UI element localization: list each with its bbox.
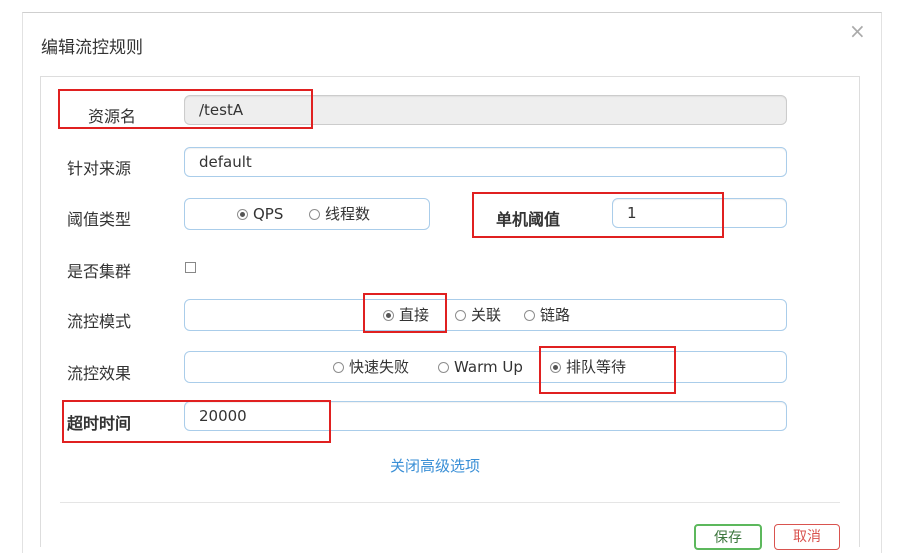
grade-option-thread[interactable]: 线程数: [309, 199, 370, 229]
limit-app-label: 针对来源: [67, 159, 132, 178]
annotation-box-resource-name: [58, 89, 313, 129]
radio-unselected-icon: [309, 208, 320, 220]
control-behavior-label: 流控效果: [67, 364, 132, 383]
grade-label: 阈值类型: [67, 210, 132, 229]
cluster-label: 是否集群: [67, 262, 132, 281]
radio-unselected-icon: [524, 309, 535, 321]
grade-option-qps[interactable]: QPS: [237, 199, 283, 229]
control-behavior-radio-group: 快速失败 Warm Up 排队等待: [184, 351, 787, 383]
cancel-button[interactable]: 取消: [774, 524, 840, 550]
cluster-checkbox[interactable]: [185, 262, 196, 273]
annotation-box-timeout: [62, 400, 331, 443]
dialog-title: 编辑流控规则: [41, 38, 143, 58]
behavior-option-fast-fail[interactable]: 快速失败: [333, 352, 409, 382]
behavior-option-warm-up[interactable]: Warm Up: [438, 352, 523, 382]
strategy-option-chain[interactable]: 链路: [524, 300, 570, 330]
grade-option-thread-label: 线程数: [325, 205, 371, 223]
behavior-option-warm-up-label: Warm Up: [454, 358, 523, 376]
grade-radio-group: QPS 线程数: [184, 198, 430, 230]
strategy-label: 流控模式: [67, 312, 132, 331]
toggle-advanced-options-link[interactable]: 关闭高级选项: [390, 455, 480, 476]
grade-option-qps-label: QPS: [253, 205, 284, 223]
radio-selected-icon: [237, 208, 248, 220]
radio-unselected-icon: [455, 309, 466, 321]
annotation-box-strategy-direct: [363, 293, 447, 333]
strategy-option-relate-label: 关联: [471, 306, 502, 324]
footer-divider: [60, 502, 840, 503]
radio-unselected-icon: [438, 361, 449, 373]
limit-app-input[interactable]: default: [184, 147, 787, 177]
save-button[interactable]: 保存: [694, 524, 762, 550]
strategy-radio-group: 直接 关联 链路: [184, 299, 787, 331]
annotation-box-threshold: [472, 192, 724, 238]
strategy-option-chain-label: 链路: [540, 306, 571, 324]
radio-unselected-icon: [333, 361, 344, 373]
annotation-box-queue: [539, 346, 676, 394]
strategy-option-relate[interactable]: 关联: [455, 300, 501, 330]
behavior-option-fast-fail-label: 快速失败: [349, 358, 410, 376]
close-icon[interactable]: ×: [849, 21, 866, 41]
